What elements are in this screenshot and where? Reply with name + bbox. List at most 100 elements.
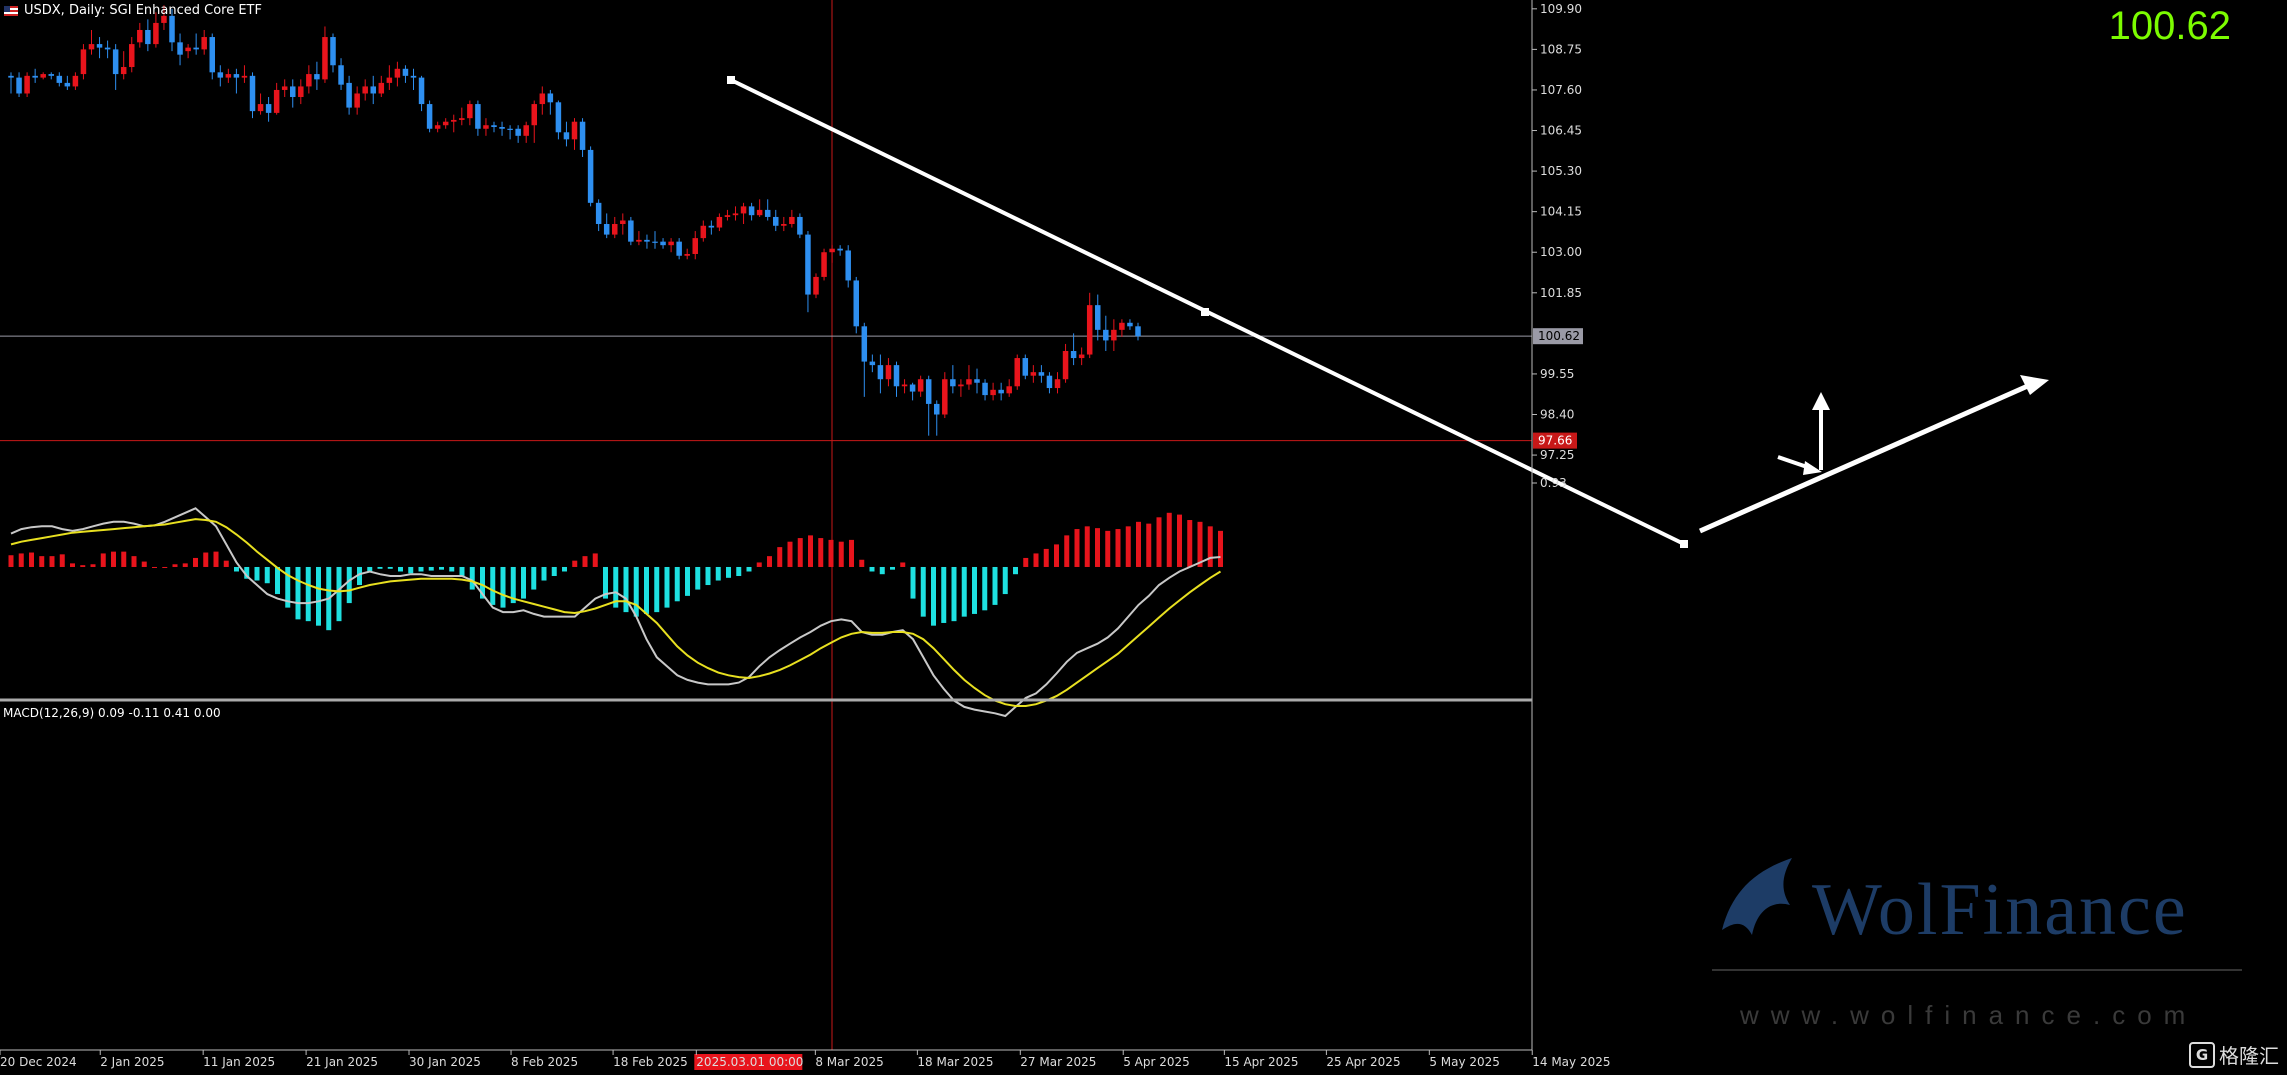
macd-bar-positive (808, 535, 813, 567)
macd-bar-positive (1043, 548, 1049, 567)
candle-down (764, 209, 771, 217)
macd-bar-positive (1095, 528, 1100, 567)
macd-bar-positive (592, 553, 598, 567)
macd-bar-negative (254, 566, 260, 581)
candle-up (732, 213, 739, 216)
macd-bar-positive (8, 555, 14, 567)
corner-badge-text: 格隆汇 (2219, 1044, 2279, 1068)
candle-down (475, 104, 481, 129)
candle-down (370, 86, 376, 94)
candle-up (386, 77, 393, 83)
candle-up (966, 379, 972, 385)
macd-bar-negative (931, 566, 936, 626)
candle-down (402, 68, 409, 76)
candle-down (797, 216, 803, 235)
candle-up (829, 248, 835, 253)
macd-bar-negative (951, 566, 957, 622)
macd-bar-positive (121, 551, 127, 567)
candle-down (595, 202, 602, 225)
candle-down (652, 241, 658, 243)
macd-bar-positive (1105, 530, 1111, 567)
candle-down (48, 74, 54, 76)
macd-bar-positive (767, 556, 772, 567)
macd-bar-positive (828, 539, 834, 567)
macd-bar-negative (346, 566, 352, 604)
macd-bar-negative (398, 566, 403, 572)
candle-up (990, 389, 996, 396)
candle-up (306, 74, 312, 87)
date-label: 20 Dec 2024 (0, 1055, 77, 1069)
candle-up (781, 224, 787, 226)
candle-up (620, 220, 626, 225)
date-label: 18 Mar 2025 (917, 1055, 993, 1069)
candle-up (322, 37, 328, 80)
macd-bar-positive (18, 553, 24, 567)
support-price-label: 97.66 (1538, 434, 1572, 448)
macd-bar-negative (541, 566, 547, 581)
macd-bar-negative (439, 566, 444, 570)
candle-down (104, 47, 111, 50)
candle-down (861, 326, 868, 362)
price-tick-label: 103.00 (1540, 245, 1582, 259)
candle-down (265, 104, 272, 113)
candle-down (974, 379, 980, 383)
macd-bar-negative (879, 566, 885, 575)
candle-up (394, 68, 401, 78)
macd-bar-negative (674, 566, 680, 602)
candle-down (314, 74, 320, 80)
candle-down (16, 77, 22, 94)
candle-up (241, 75, 248, 78)
price-tick-label: 104.15 (1540, 205, 1582, 219)
candle-up (917, 379, 924, 392)
macd-bar-negative (705, 566, 711, 586)
candle-down (410, 75, 417, 78)
macd-bar-negative (336, 566, 342, 622)
candle-up (185, 47, 191, 52)
candle-down (1022, 358, 1029, 376)
macd-bar-negative (633, 566, 639, 617)
candle-up (354, 93, 360, 108)
candle-down (773, 216, 779, 226)
macd-bar-positive (29, 552, 34, 567)
candle-up (362, 86, 368, 94)
macd-bar-negative (387, 566, 393, 569)
macd-bar-positive (756, 562, 762, 567)
candle-up (467, 104, 473, 119)
candle-up (72, 75, 79, 87)
macd-bar-negative (726, 566, 731, 578)
price-tick-label: 99.55 (1540, 367, 1574, 381)
candle-down (805, 234, 811, 295)
candle-up (1014, 358, 1020, 387)
macd-bar-negative (890, 566, 895, 570)
candle-down (676, 241, 682, 256)
candle-up (1054, 379, 1061, 389)
candle-down (925, 379, 932, 404)
macd-bar-negative (449, 566, 455, 572)
candle-up (813, 276, 819, 295)
price-tick-label: 98.40 (1540, 408, 1574, 422)
candle-up (724, 215, 731, 217)
macd-bar-negative (305, 566, 311, 622)
macd-bar-negative (961, 566, 967, 617)
candle-down (1046, 375, 1053, 389)
macd-bar-positive (182, 563, 188, 567)
candle-up (901, 384, 908, 387)
macd-bar-positive (777, 547, 783, 567)
candle-up (153, 22, 159, 45)
candle-down (233, 74, 240, 78)
g-logo-icon: G (2189, 1041, 2215, 1068)
macd-bar-positive (1064, 535, 1070, 567)
candle-up (80, 49, 87, 75)
candle-down (853, 280, 859, 327)
candle-up (1111, 329, 1117, 341)
candle-up (1006, 386, 1012, 394)
macd-bar-negative (972, 566, 977, 614)
candle-up (483, 125, 489, 129)
date-label: 8 Feb 2025 (511, 1055, 578, 1069)
macd-bar-negative (295, 566, 301, 620)
candle-up (442, 121, 449, 126)
candle-up (612, 224, 618, 235)
candle-down (1095, 305, 1101, 330)
macd-bar-positive (838, 541, 844, 567)
candle-up (40, 74, 46, 78)
